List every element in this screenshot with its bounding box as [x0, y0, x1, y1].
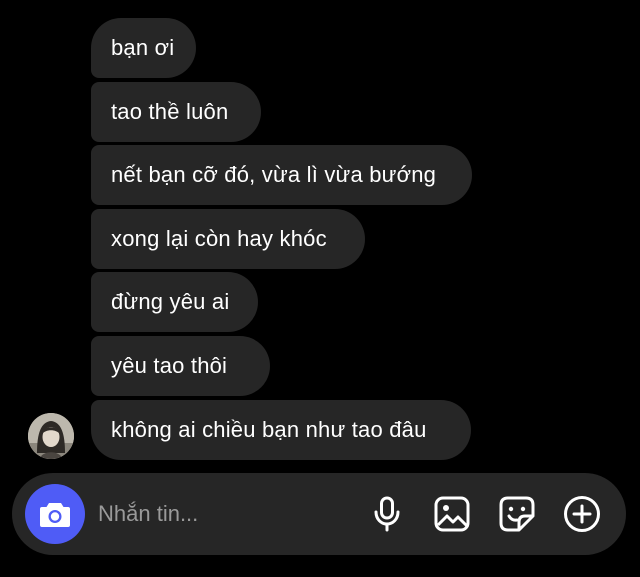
message-bubble[interactable]: xong lại còn hay khóc — [91, 208, 365, 269]
plus-circle-icon — [564, 496, 600, 532]
message-row: tao thề luôn — [0, 81, 640, 146]
message-row: nết bạn cỡ đó, vừa lì vừa bướng — [0, 145, 640, 209]
sticker-button[interactable] — [498, 495, 536, 533]
message-composer — [12, 473, 626, 555]
message-bubble[interactable]: đừng yêu ai — [91, 272, 258, 333]
gallery-button[interactable] — [433, 495, 471, 533]
more-options-button[interactable] — [563, 495, 601, 533]
message-input[interactable] — [94, 494, 352, 534]
microphone-icon — [374, 496, 400, 532]
message-row: không ai chiều bạn như tao đâu — [0, 399, 640, 464]
camera-button[interactable] — [25, 484, 85, 544]
message-bubble[interactable]: không ai chiều bạn như tao đâu — [91, 399, 471, 460]
message-bubble[interactable]: tao thề luôn — [91, 81, 261, 142]
message-thread: bạn ơi tao thề luôn nết bạn cỡ đó, vừa l… — [0, 18, 640, 463]
avatar-photo-icon — [28, 412, 74, 459]
message-bubble[interactable]: yêu tao thôi — [91, 335, 270, 396]
message-bubble[interactable]: bạn ơi — [91, 18, 196, 78]
message-row: yêu tao thôi — [0, 335, 640, 400]
sticker-icon — [499, 496, 535, 532]
message-bubble[interactable]: nết bạn cỡ đó, vừa lì vừa bướng — [91, 145, 472, 206]
message-row: xong lại còn hay khóc — [0, 208, 640, 273]
message-row: đừng yêu ai — [0, 272, 640, 336]
sender-avatar[interactable] — [28, 412, 74, 459]
camera-icon — [40, 503, 70, 527]
message-row: bạn ơi — [0, 18, 640, 82]
voice-message-button[interactable] — [368, 495, 406, 533]
image-icon — [434, 496, 470, 532]
